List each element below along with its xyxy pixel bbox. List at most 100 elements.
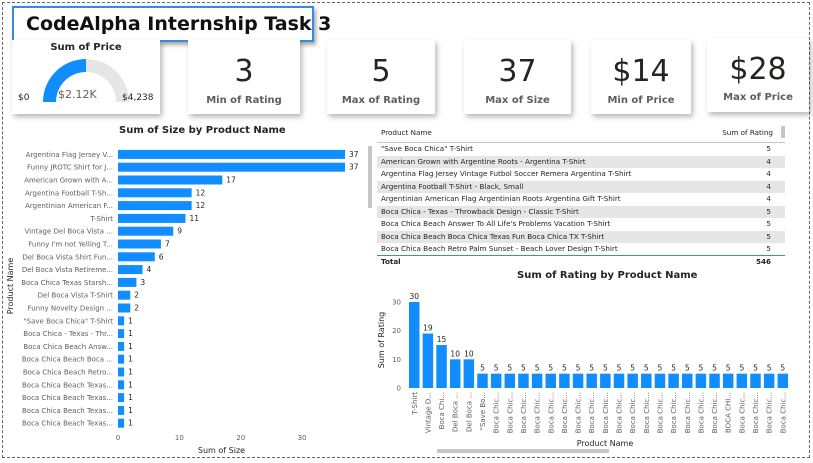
x-tick-label: 10 bbox=[175, 434, 184, 442]
y-tick-label: Boca Chica Beach Retro... bbox=[23, 369, 113, 377]
bar-data-label: 5 bbox=[671, 364, 676, 373]
card-label: Max of Price bbox=[723, 92, 793, 103]
rating-bar bbox=[518, 373, 529, 388]
bar-data-label: 1 bbox=[128, 419, 133, 428]
bar-data-label: 5 bbox=[630, 364, 635, 373]
bar-data-label: 5 bbox=[494, 364, 499, 373]
table-row[interactable]: Argentina Football T-Shirt - Black, Smal… bbox=[377, 180, 785, 193]
y-tick-label: American Grown with A... bbox=[24, 177, 113, 185]
table-row[interactable]: Argentinian American Flag Argentinian Ro… bbox=[377, 193, 785, 206]
y-tick-label: 10 bbox=[392, 356, 401, 364]
y-tick-label: Del Boca Vista Shirt Fun... bbox=[22, 253, 113, 261]
table-row[interactable]: Boca Chica Beach Answer To All Life's Pr… bbox=[377, 218, 785, 231]
table-header-rating[interactable]: Sum of Rating bbox=[722, 128, 773, 137]
x-tick-label: Del Boca ... bbox=[465, 392, 473, 432]
bar-data-label: 2 bbox=[134, 291, 139, 300]
y-tick-label: Boca Chica Beach Boca ... bbox=[22, 356, 113, 364]
size-bar bbox=[118, 290, 131, 300]
bar-data-label: 4 bbox=[147, 265, 152, 274]
size-bar bbox=[118, 367, 125, 377]
size-bar bbox=[118, 393, 125, 403]
card-label: Min of Price bbox=[607, 95, 675, 106]
x-tick-label: BOCA CHI... bbox=[725, 392, 733, 433]
table-cell-rating: 5 bbox=[766, 219, 771, 228]
size-bar bbox=[118, 239, 161, 249]
table-body: "Save Boca Chica" T-Shirt 5 American Grown… bbox=[377, 143, 785, 254]
bar-data-label: 5 bbox=[780, 364, 785, 373]
rating-table[interactable]: Product Name Sum of Rating "Save Boca Ch… bbox=[377, 124, 785, 269]
card-label: Max of Rating bbox=[341, 95, 421, 106]
table-cell-rating: 5 bbox=[766, 206, 771, 216]
y-tick-label: Boca Chica Beach Answ... bbox=[23, 343, 113, 351]
x-tick-label: Boca Chic... bbox=[588, 392, 596, 433]
gauge-value: $2.12K bbox=[58, 88, 97, 101]
report-title-box[interactable]: CodeAlpha Internship Task 3 bbox=[12, 6, 331, 42]
bar-data-label: 37 bbox=[349, 163, 359, 172]
y-tick-label: Argentina Flag Jersey V... bbox=[26, 151, 113, 159]
gauge-min: $0 bbox=[18, 93, 30, 103]
bar-data-label: 5 bbox=[658, 364, 663, 373]
size-bar bbox=[118, 277, 137, 287]
x-tick-label: Boca Chic... bbox=[493, 392, 501, 433]
card-min-price[interactable]: $14 Min of Price bbox=[591, 40, 691, 114]
card-value: $14 bbox=[612, 54, 670, 89]
y-tick-label: 20 bbox=[392, 327, 401, 335]
table-row[interactable]: Argentina Flag Jersey Vintage Futbol Soc… bbox=[377, 168, 785, 181]
bar-data-label: 7 bbox=[165, 240, 170, 249]
x-tick-label: Boca Chic... bbox=[711, 392, 719, 433]
table-scrollbar[interactable] bbox=[781, 126, 785, 138]
table-total-value: 546 bbox=[755, 257, 771, 266]
rating-bar bbox=[763, 373, 775, 388]
rating-bar bbox=[572, 373, 584, 388]
bar-data-label: 17 bbox=[226, 176, 236, 185]
y-tick-label: Boca Chica - Texas - Thr... bbox=[23, 330, 113, 338]
size-bar bbox=[118, 265, 143, 275]
x-tick-label: 20 bbox=[236, 434, 245, 442]
bar-data-label: 5 bbox=[685, 364, 690, 373]
card-max-size[interactable]: 37 Max of Size bbox=[464, 40, 571, 114]
bar-data-label: 5 bbox=[739, 364, 744, 373]
size-by-product-chart[interactable]: 0 10 20 30Argentina Flag Jersey V... 37Funny… bbox=[0, 126, 372, 461]
rating-bar bbox=[722, 373, 734, 388]
table-row[interactable]: "Save Boca Chica" T-Shirt 5 bbox=[377, 143, 785, 156]
x-axis-title: Sum of Size bbox=[198, 446, 245, 455]
bar-data-label: 1 bbox=[128, 368, 133, 377]
size-bar bbox=[118, 354, 125, 364]
bar-data-label: 5 bbox=[480, 364, 485, 373]
x-tick-label: Vintage D... bbox=[424, 392, 432, 433]
table-row[interactable]: Boca Chica - Texas - Throwback Design - … bbox=[377, 205, 785, 218]
x-tick-label: "Save Bo... bbox=[479, 392, 487, 430]
table-cell-product: Boca Chica Beach Answer To All Life's Pr… bbox=[381, 219, 611, 228]
size-bar bbox=[118, 201, 192, 211]
bar-data-label: 5 bbox=[767, 364, 772, 373]
rating-by-product-chart[interactable]: 0 10 20 30 30 T-Shirt 19 Vintage D... 15 Boca Chi… bbox=[373, 280, 813, 460]
table-row[interactable]: American Grown with Argentine Roots - Ar… bbox=[377, 155, 785, 168]
table-cell-rating: 4 bbox=[766, 169, 771, 178]
table-total-label: Total bbox=[381, 257, 401, 266]
rating-bar bbox=[409, 302, 420, 388]
y-axis-title: Sum of Rating bbox=[377, 312, 386, 369]
x-tick-label: Boca Chic... bbox=[779, 392, 787, 433]
y-tick-label: T-Shirt bbox=[89, 215, 113, 223]
gauge-max: $4,238 bbox=[122, 93, 154, 103]
card-min-rating[interactable]: 3 Min of Rating bbox=[188, 40, 300, 114]
x-tick-label: Boca Chic... bbox=[547, 392, 555, 433]
size-chart-scrollbar[interactable] bbox=[368, 146, 372, 208]
rating-bar bbox=[750, 373, 761, 388]
card-max-rating[interactable]: 5 Max of Rating bbox=[327, 40, 435, 114]
x-tick-label: Boca Chic... bbox=[684, 392, 692, 433]
size-bar bbox=[118, 418, 125, 428]
table-row[interactable]: Boca Chica Beach Retro Palm Sunset - Bea… bbox=[377, 243, 785, 254]
table-row[interactable]: Boca Chica Beach Boca Chica Texas Fun Bo… bbox=[377, 230, 785, 243]
size-bar bbox=[118, 303, 131, 313]
bar-data-label: 5 bbox=[617, 364, 622, 373]
rating-bar bbox=[490, 373, 502, 388]
rating-chart-scrollbar[interactable] bbox=[437, 449, 609, 453]
rating-bar bbox=[695, 373, 707, 388]
card-max-price[interactable]: $28 Max of Price bbox=[707, 38, 809, 112]
card-label: Max of Size bbox=[485, 95, 550, 106]
table-header-product[interactable]: Product Name bbox=[381, 128, 432, 137]
bar-data-label: 12 bbox=[196, 201, 206, 210]
bar-data-label: 5 bbox=[576, 364, 581, 373]
gauge-card[interactable]: Sum of Price $2.12K $0 $4,238 bbox=[12, 40, 160, 114]
